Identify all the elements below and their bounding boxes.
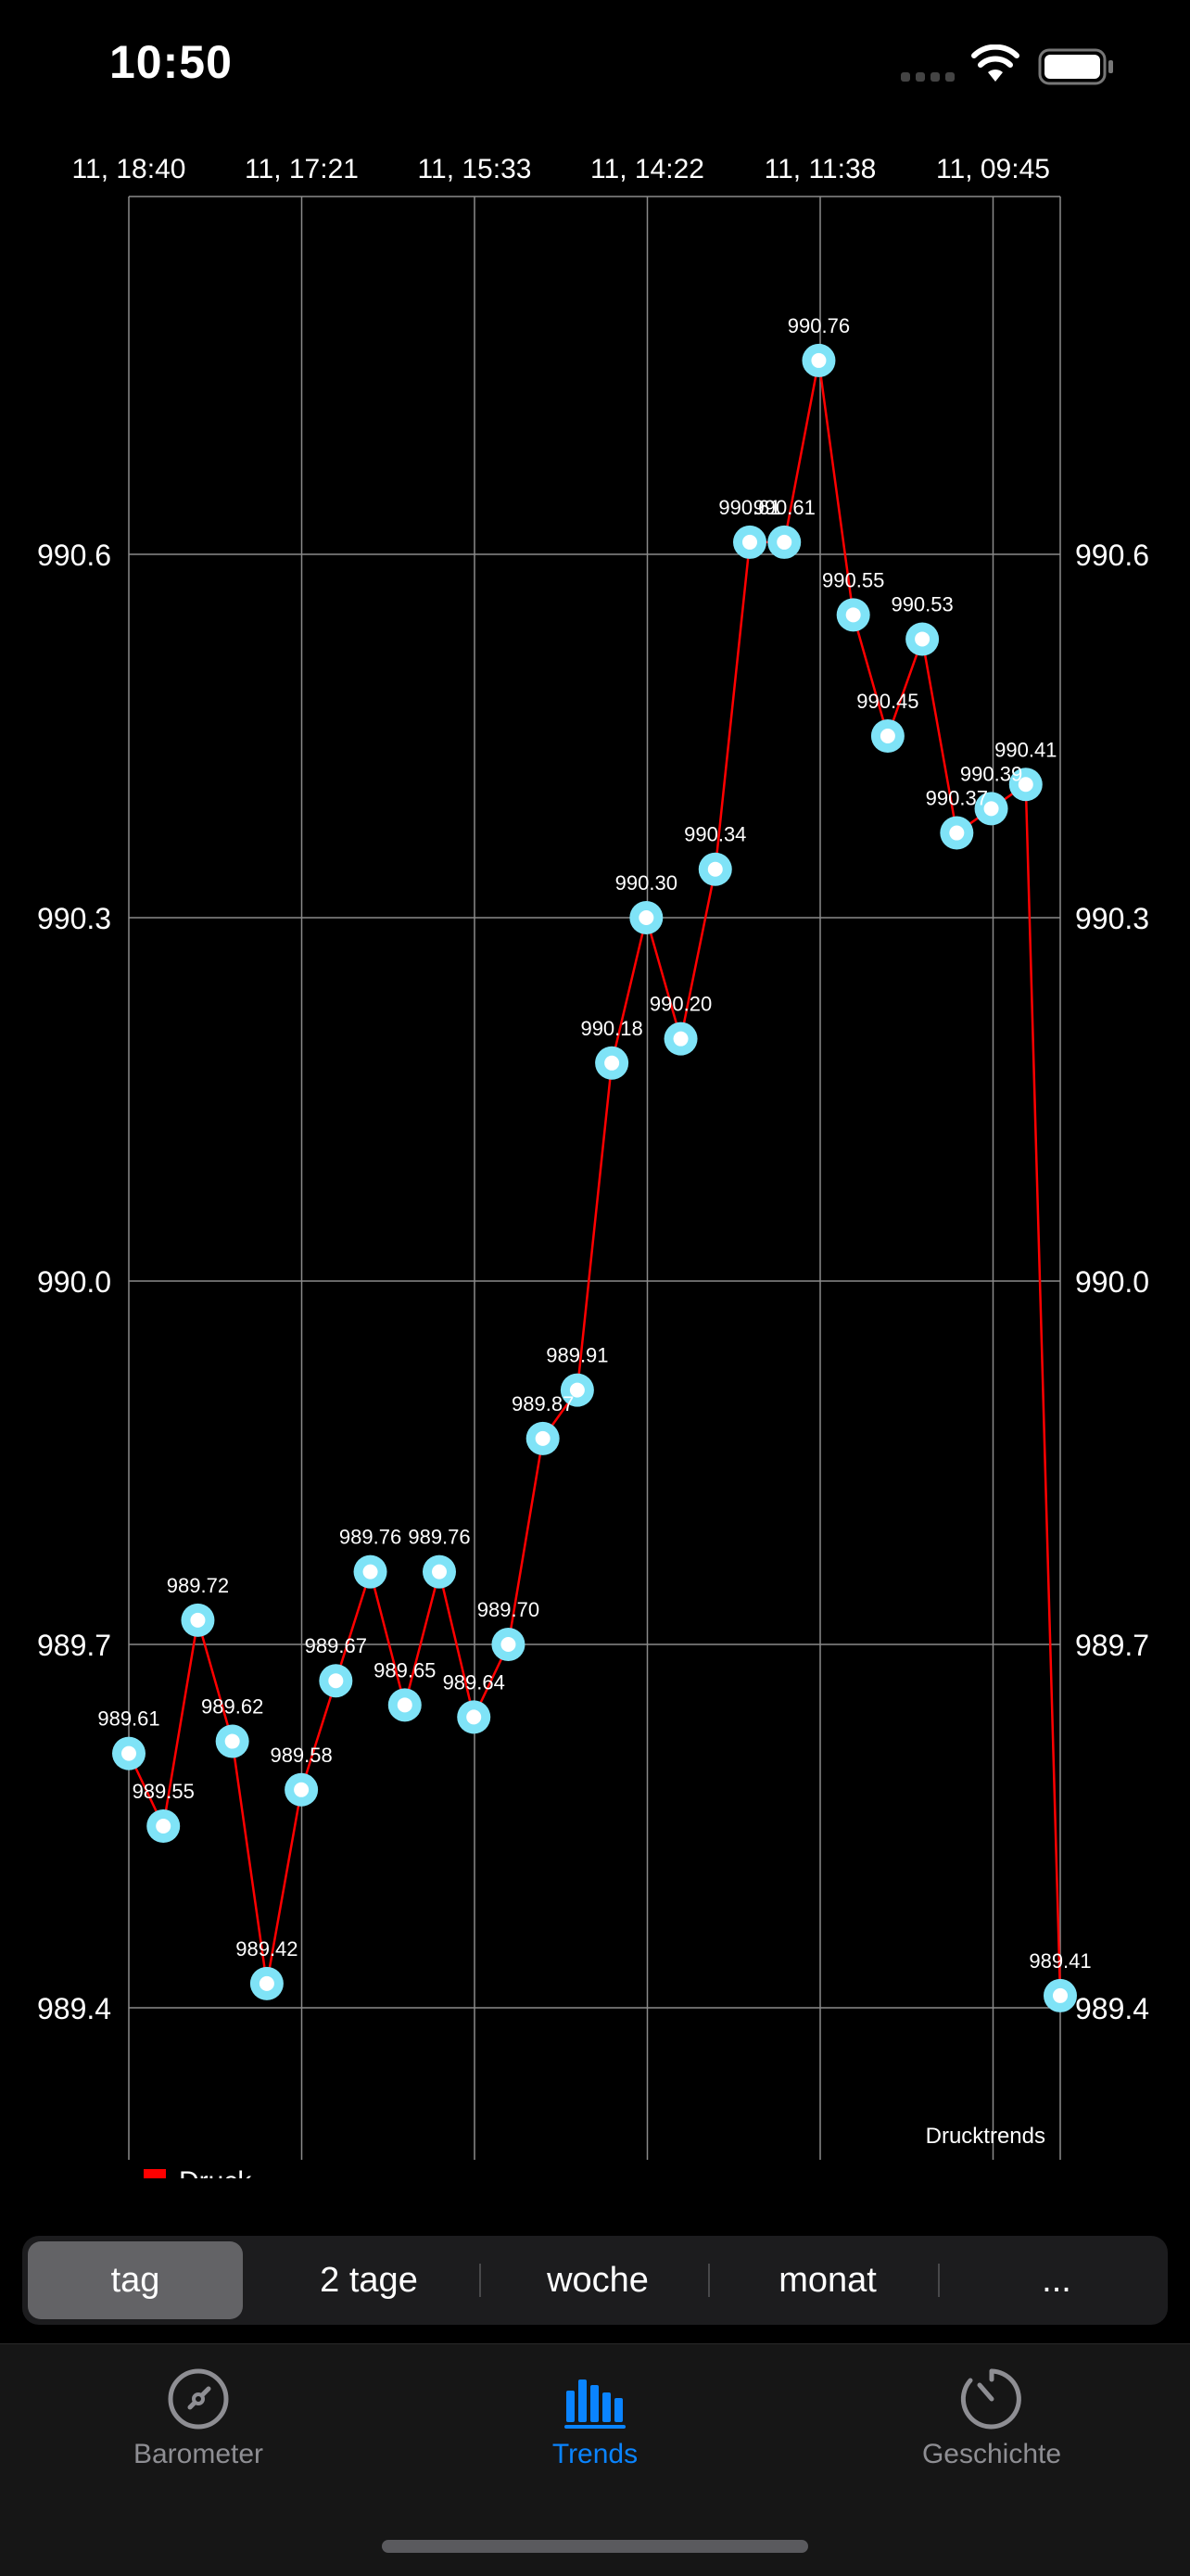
data-label: 989.41 — [1029, 1949, 1091, 1973]
data-point-center — [742, 534, 757, 550]
data-label: 989.55 — [133, 1780, 195, 1803]
data-point-center — [466, 1709, 482, 1725]
x-tick-label: 11, 09:45 — [936, 154, 1050, 184]
data-label: 989.87 — [512, 1392, 574, 1415]
y-tick-label-left: 989.7 — [37, 1629, 111, 1662]
data-point-center — [811, 352, 827, 368]
segment-divider — [938, 2264, 940, 2297]
tab-trends-label: Trends — [551, 2439, 639, 2469]
barometer-icon — [168, 2368, 229, 2430]
data-point-center — [845, 607, 861, 623]
segment-monat[interactable]: monat — [720, 2241, 935, 2319]
data-label: 990.76 — [788, 314, 850, 337]
chart-description: Drucktrends — [926, 2124, 1045, 2149]
data-label: 990.37 — [926, 787, 988, 810]
data-label: 989.67 — [305, 1634, 367, 1657]
data-label: 990.30 — [615, 871, 677, 895]
data-label: 990.41 — [994, 738, 1057, 761]
tab-geschichte[interactable]: Geschichte — [853, 2367, 1131, 2470]
data-point-center — [1053, 1987, 1068, 2003]
data-label: 990.20 — [650, 993, 712, 1016]
segment-more[interactable]: ... — [949, 2241, 1164, 2319]
x-tick-label: 11, 11:38 — [765, 154, 877, 184]
data-point-center — [432, 1564, 447, 1580]
data-label: 989.91 — [546, 1344, 608, 1367]
data-label: 989.76 — [339, 1526, 401, 1549]
cellular-signal-icon — [901, 72, 955, 82]
data-point-center — [156, 1819, 171, 1834]
data-label: 989.61 — [97, 1707, 159, 1731]
data-label: 989.58 — [270, 1744, 332, 1767]
segment-woche[interactable]: woche — [490, 2241, 705, 2319]
data-point-center — [190, 1612, 206, 1628]
data-point-center — [328, 1673, 344, 1689]
y-tick-label-left: 990.6 — [37, 539, 111, 572]
data-point-center — [777, 534, 792, 550]
data-point-center — [294, 1782, 310, 1797]
data-point-center — [880, 729, 895, 743]
data-point-center — [500, 1637, 516, 1652]
trends-icon — [564, 2379, 626, 2429]
x-tick-label: 11, 18:40 — [72, 154, 186, 184]
tab-geschichte-label: Geschichte — [921, 2439, 1062, 2469]
data-label: 989.42 — [235, 1937, 298, 1961]
data-point-center — [224, 1733, 240, 1749]
data-point-center — [362, 1564, 378, 1580]
data-point-center — [707, 861, 723, 877]
y-tick-label-right: 989.4 — [1075, 1992, 1149, 2025]
data-point-center — [949, 825, 965, 841]
tab-trends[interactable]: Trends — [456, 2367, 734, 2470]
legend-label: Druck — [179, 2166, 252, 2178]
data-labels: 989.61 989.55 989.72 989.62 989.42 989.58 989.… — [97, 314, 1091, 1973]
status-bar: 10:50 — [0, 0, 1190, 139]
legend-swatch — [144, 2169, 166, 2178]
tab-barometer[interactable]: Barometer — [59, 2367, 337, 2470]
x-tick-label: 11, 14:22 — [590, 154, 704, 184]
x-axis-ticks: 11, 18:40 11, 17:21 11, 15:33 11, 14:22 11, … — [72, 154, 1050, 184]
data-point-center — [397, 1697, 412, 1713]
y-tick-label-left: 990.0 — [37, 1265, 111, 1299]
data-label: 989.62 — [201, 1695, 263, 1719]
tab-barometer-label: Barometer — [133, 2439, 264, 2469]
data-label: 990.53 — [891, 592, 953, 615]
data-point-center — [639, 910, 654, 925]
data-label: 990.18 — [580, 1017, 642, 1040]
time-range-selector: tag 2 tage woche monat ... — [22, 2236, 1168, 2325]
segment-2-tage[interactable]: 2 tage — [261, 2241, 476, 2319]
data-label: 990.34 — [684, 823, 746, 846]
status-time: 10:50 — [109, 36, 233, 88]
y-tick-label-right: 990.3 — [1075, 902, 1149, 935]
data-label: 990.39 — [960, 762, 1022, 785]
data-point-center — [121, 1745, 136, 1761]
segment-tag[interactable]: tag — [28, 2241, 243, 2319]
x-tick-label: 11, 15:33 — [418, 154, 532, 184]
data-label: 989.65 — [373, 1658, 436, 1681]
data-point-center — [604, 1055, 620, 1071]
y-tick-label-right: 990.6 — [1075, 539, 1149, 572]
data-label: 989.64 — [443, 1670, 505, 1694]
data-label: 990.61 — [753, 496, 816, 519]
y-tick-label-left: 990.3 — [37, 902, 111, 935]
data-point-center — [673, 1031, 689, 1047]
data-label: 990.45 — [856, 690, 918, 713]
data-point-center — [259, 1975, 274, 1991]
segment-divider — [479, 2264, 481, 2297]
data-point-center — [535, 1430, 551, 1446]
y-tick-label-right: 989.7 — [1075, 1629, 1149, 1662]
data-label: 989.70 — [477, 1598, 539, 1621]
x-tick-label: 11, 17:21 — [245, 154, 359, 184]
y-tick-label-left: 989.4 — [37, 1992, 111, 2025]
data-label: 990.55 — [822, 568, 884, 591]
data-label: 989.72 — [167, 1574, 229, 1597]
data-point-center — [915, 631, 930, 647]
battery-icon — [1038, 48, 1113, 85]
pressure-chart: 11, 18:40 11, 17:21 11, 15:33 11, 14:22 11, … — [37, 154, 1149, 2178]
chart-grid — [128, 196, 1061, 2160]
history-icon — [960, 2368, 1021, 2430]
data-label: 989.76 — [408, 1526, 470, 1549]
segment-divider — [708, 2264, 710, 2297]
y-tick-label-right: 990.0 — [1075, 1265, 1149, 1299]
home-indicator — [382, 2540, 808, 2553]
wifi-icon — [971, 44, 1019, 82]
